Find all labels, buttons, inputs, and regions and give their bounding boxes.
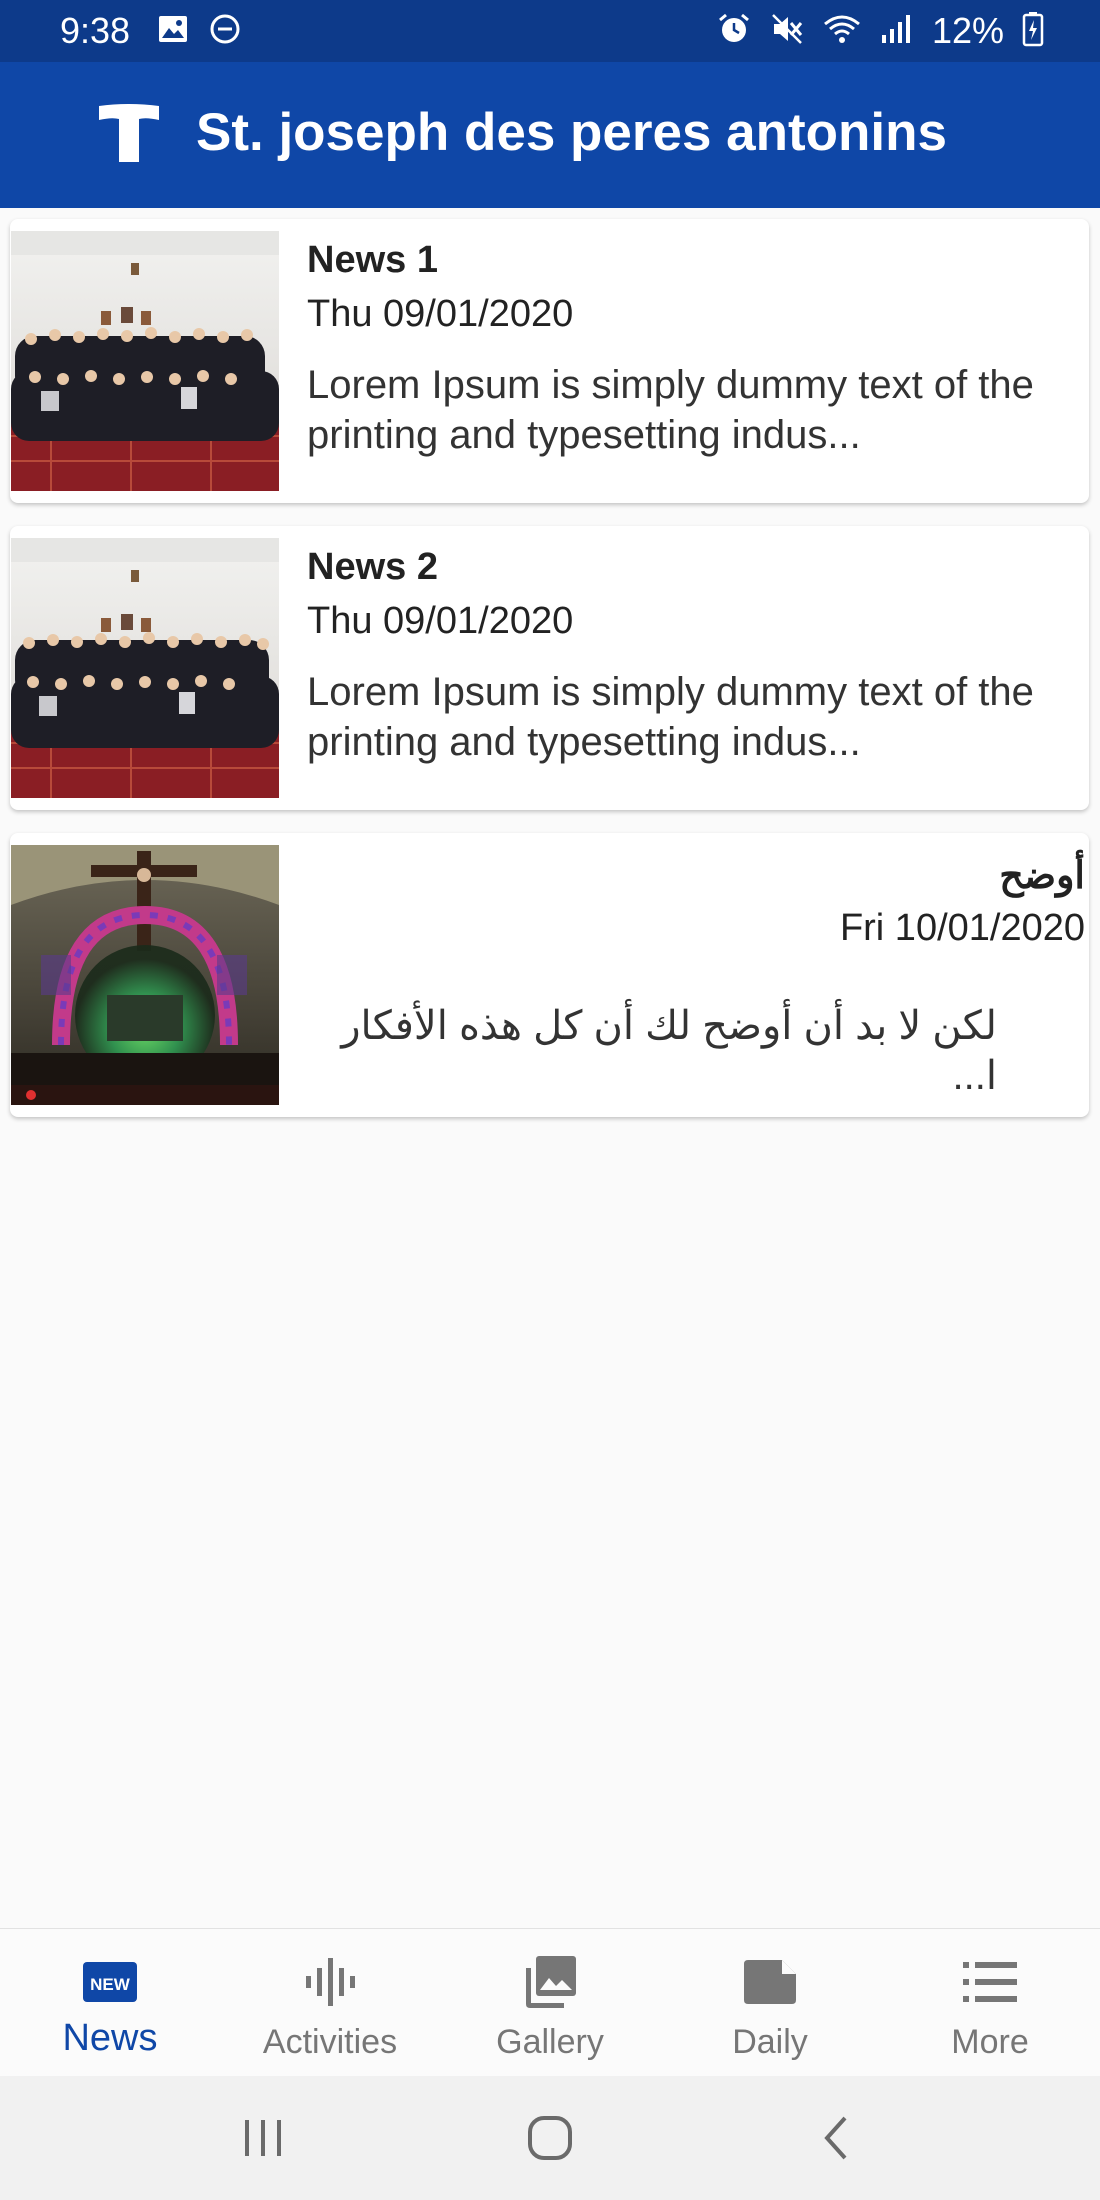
news-thumbnail <box>11 231 279 491</box>
status-bar: 9:38 12% <box>0 0 1100 62</box>
news-excerpt: لكن لا بد أن أوضح لك أن كل هذه الأفكار ا… <box>341 1004 997 1098</box>
daily-icon <box>660 1955 880 2009</box>
news-title: News 1 <box>307 239 438 281</box>
news-date: Fri 10/01/2020 <box>839 907 1085 949</box>
recents-icon[interactable] <box>228 2106 298 2170</box>
nav-label-more: More <box>951 2023 1029 2061</box>
nav-item-daily[interactable]: Daily <box>660 1929 880 2077</box>
wifi-icon <box>822 12 862 51</box>
nav-label-gallery: Gallery <box>496 2023 604 2061</box>
news-excerpt: Lorem Ipsum is simply dummy text of the … <box>307 670 1034 764</box>
battery-icon <box>1022 11 1044 52</box>
app-logo-icon <box>98 102 160 164</box>
battery-percent: 12% <box>931 10 1004 51</box>
app-bar: St. joseph des peres antonins <box>0 62 1100 208</box>
mute-icon <box>770 12 804 51</box>
status-time: 9:38 <box>60 10 131 51</box>
nav-item-gallery[interactable]: Gallery <box>440 1929 660 2077</box>
news-card[interactable]: News 1 Thu 09/01/2020 Lorem Ipsum is sim… <box>10 219 1089 503</box>
news-title: News 2 <box>307 546 438 588</box>
news-date: Thu 09/01/2020 <box>307 293 574 335</box>
image-icon <box>157 13 189 50</box>
nav-item-more[interactable]: More <box>880 1929 1100 2077</box>
home-icon[interactable] <box>515 2106 585 2170</box>
news-thumbnail <box>11 538 279 798</box>
news-excerpt: Lorem Ipsum is simply dummy text of the … <box>307 363 1034 457</box>
nav-label-news: News <box>62 2017 158 2059</box>
signal-icon <box>880 13 914 50</box>
news-badge-text: NEW <box>90 1975 131 1994</box>
system-navigation-bar <box>0 2076 1100 2200</box>
back-icon[interactable] <box>802 2106 872 2170</box>
news-title: أوضح <box>999 855 1085 897</box>
nav-item-news[interactable]: NEW News <box>0 1929 220 2077</box>
news-card[interactable]: News 2 Thu 09/01/2020 Lorem Ipsum is sim… <box>10 526 1089 810</box>
news-card[interactable]: أوضح Fri 10/01/2020 لكن لا بد أن أوضح لك… <box>10 833 1089 1117</box>
do-not-disturb-icon <box>209 13 241 50</box>
gallery-icon <box>440 1955 660 2009</box>
news-icon: NEW <box>0 1955 220 2009</box>
nav-label-daily: Daily <box>732 2023 808 2061</box>
nav-item-activities[interactable]: Activities <box>220 1929 440 2077</box>
page-title: St. joseph des peres antonins <box>196 103 948 162</box>
activities-icon <box>220 1955 440 2009</box>
nav-label-activities: Activities <box>262 2023 398 2061</box>
alarm-icon <box>716 12 752 51</box>
bottom-navigation: NEW News Activities Gallery Daily More <box>0 1928 1100 2077</box>
news-thumbnail <box>11 845 279 1105</box>
news-date: Thu 09/01/2020 <box>307 600 574 642</box>
more-icon <box>880 1955 1100 2009</box>
